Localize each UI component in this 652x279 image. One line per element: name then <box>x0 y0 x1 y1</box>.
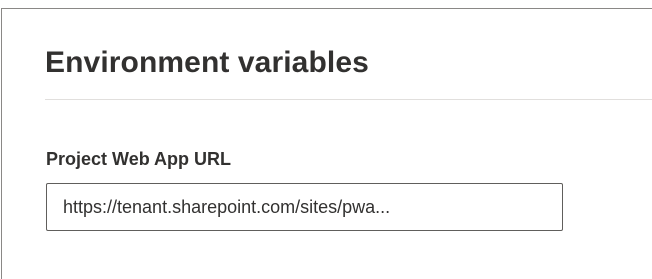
section-title: Environment variables <box>45 46 369 79</box>
environment-variables-panel: Environment variables Project Web App UR… <box>1 8 652 279</box>
section-divider <box>45 99 652 100</box>
project-web-app-url-input[interactable]: https://tenant.sharepoint.com/sites/pwa.… <box>46 183 563 231</box>
project-web-app-url-label: Project Web App URL <box>46 149 232 169</box>
